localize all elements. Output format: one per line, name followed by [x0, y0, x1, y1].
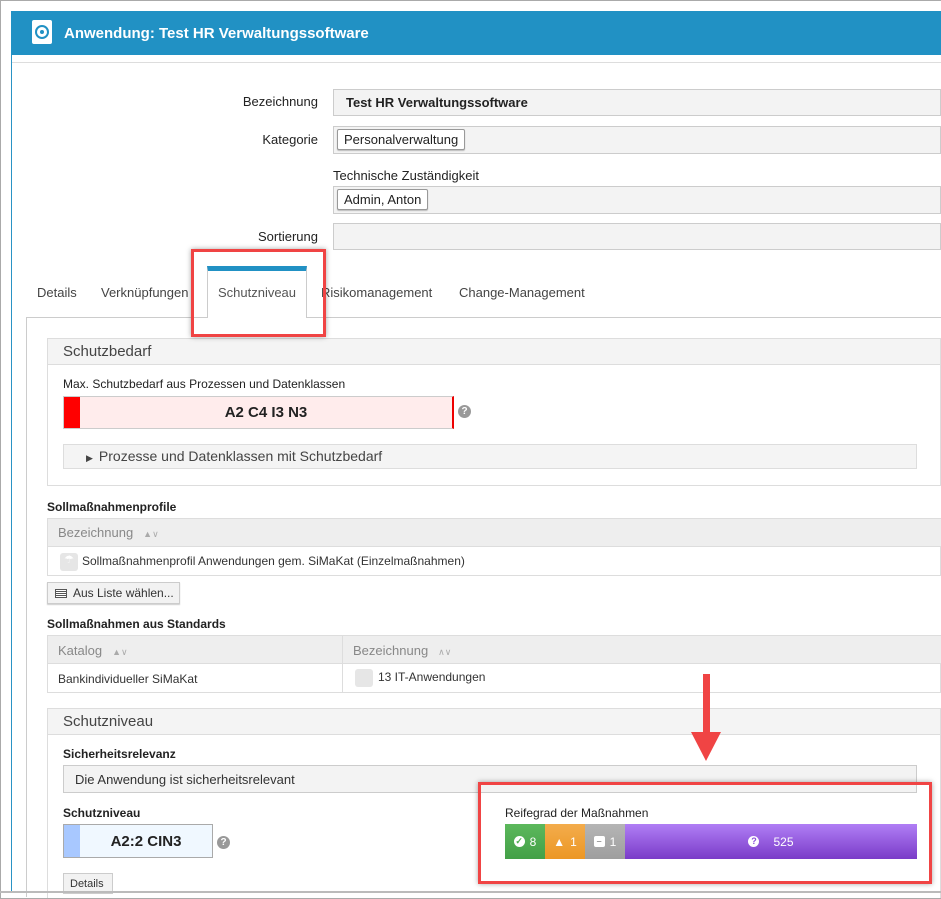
- cell-text: 13 IT-Anwendungen: [378, 670, 486, 685]
- bezeichnung-value: Test HR Verwaltungssoftware: [346, 95, 528, 110]
- list-icon: [55, 589, 67, 599]
- kategorie-field[interactable]: Personalverwaltung: [333, 126, 941, 154]
- column-label: Bezeichnung: [353, 643, 429, 658]
- level-color-bar: [64, 397, 80, 428]
- cell-katalog[interactable]: Bankindividueller SiMaKat: [58, 672, 197, 686]
- help-icon[interactable]: ?: [217, 836, 230, 849]
- table-row[interactable]: ☂ Sollmaßnahmenprofil Anwendungen gem. Si…: [48, 547, 941, 576]
- tab-verknuepfungen[interactable]: Verknüpfungen: [101, 285, 188, 300]
- kategorie-chip[interactable]: Personalverwaltung: [337, 129, 466, 150]
- sort-icon: ∧∨: [438, 647, 452, 657]
- aus-liste-waehlen-button[interactable]: Aus Liste wählen...: [47, 582, 180, 604]
- max-schutzbedarf-label: Max. Schutzbedarf aus Prozessen und Date…: [63, 377, 346, 391]
- schutzniveau-value-box: A2:2 CIN3: [63, 824, 213, 858]
- umbrella-icon: ☂: [60, 553, 78, 571]
- collapsible-prozesse[interactable]: ▶ Prozesse und Datenklassen mit Schutzbed…: [63, 444, 917, 469]
- tab-details[interactable]: Details: [37, 285, 77, 300]
- tab-risikomanagement[interactable]: Risikomanagement: [321, 285, 432, 300]
- profile-table: Bezeichnung ▲∨ ☂ Sollmaßnahmenprofil Anwen…: [47, 518, 941, 576]
- zustaendigkeit-label: Technische Zuständigkeit: [333, 168, 479, 183]
- column-divider: [342, 636, 343, 693]
- sort-icon: ▲∨: [143, 529, 159, 539]
- sollmassnahmenprofile-title: Sollmaßnahmenprofile: [47, 500, 177, 514]
- target-icon: [32, 20, 52, 44]
- bezeichnung-field[interactable]: Test HR Verwaltungssoftware: [333, 89, 941, 116]
- level-color-bar: [64, 825, 80, 857]
- sortierung-field[interactable]: [333, 223, 941, 250]
- profile-name: Sollmaßnahmenprofil Anwendungen gem. SiM…: [82, 554, 465, 569]
- cell-bezeichnung[interactable]: 13 IT-Anwendungen: [355, 669, 485, 687]
- window-bottom-edge: [0, 891, 941, 893]
- panel-title: Schutzbedarf: [48, 339, 940, 365]
- help-icon[interactable]: ?: [458, 405, 471, 418]
- panel-title: Schutzniveau: [48, 709, 940, 735]
- collapsible-label: Prozesse und Datenklassen mit Schutzbeda…: [98, 448, 383, 464]
- column-header-bezeichnung[interactable]: Bezeichnung ∧∨: [353, 643, 451, 658]
- kategorie-label: Kategorie: [262, 132, 318, 147]
- sortierung-label: Sortierung: [258, 229, 318, 244]
- zustaendigkeit-chip[interactable]: Admin, Anton: [337, 189, 429, 210]
- annotation-highlight-tab: [191, 249, 326, 337]
- column-label: Katalog: [58, 643, 103, 658]
- annotation-arrow-shaft: [703, 674, 710, 734]
- annotation-highlight-reifegrad: [478, 782, 932, 884]
- sort-icon: ▲∨: [112, 647, 128, 657]
- zustaendigkeit-field[interactable]: Admin, Anton: [333, 186, 941, 214]
- sicherheitsrelevanz-label: Sicherheitsrelevanz: [63, 747, 176, 761]
- column-header-katalog[interactable]: Katalog ▲∨: [58, 643, 128, 658]
- caret-right-icon: ▶: [86, 453, 93, 463]
- column-header-bezeichnung[interactable]: Bezeichnung ▲∨: [48, 519, 941, 547]
- max-schutzbedarf-value-box: A2 C4 I3 N3: [63, 396, 454, 429]
- schutzniveau-label: Schutzniveau: [63, 806, 141, 820]
- standards-table: Katalog ▲∨ Bezeichnung ∧∨ Bankindividuelle…: [47, 635, 941, 693]
- column-label: Bezeichnung: [58, 525, 134, 540]
- window-header: Anwendung: Test HR Verwaltungssoftware: [11, 11, 941, 55]
- tab-change-management[interactable]: Change-Management: [459, 285, 585, 300]
- annotation-arrow-down-icon: [691, 732, 721, 761]
- document-icon: [355, 669, 373, 687]
- window-title: Anwendung: Test HR Verwaltungssoftware: [64, 25, 369, 42]
- max-schutzbedarf-value: A2 C4 I3 N3: [224, 404, 308, 421]
- standards-title: Sollmaßnahmen aus Standards: [47, 617, 226, 631]
- bezeichnung-label: Bezeichnung: [242, 94, 318, 109]
- divider: [12, 62, 941, 63]
- button-label: Aus Liste wählen...: [73, 586, 174, 600]
- table-header: [48, 636, 941, 664]
- schutzniveau-value: A2:2 CIN3: [110, 833, 182, 850]
